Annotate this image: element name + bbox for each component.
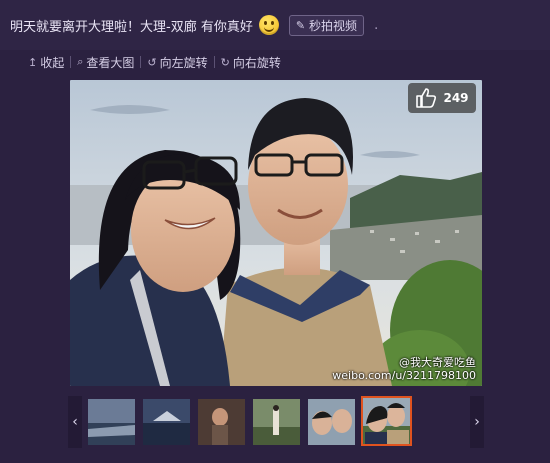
thumbnail-2[interactable] (143, 399, 190, 445)
pen-icon: ✎ (295, 18, 306, 32)
thumbnail-image (198, 399, 245, 445)
rotate-left-icon: ↺ (147, 55, 157, 69)
main-photo[interactable]: 249 @我大奇爱吃鱼 weibo.com/u/3211798100 (70, 80, 482, 386)
like-badge[interactable]: 249 (408, 83, 476, 113)
thumbs-up-icon (416, 88, 437, 108)
view-large-button[interactable]: ⌕ 查看大图 (71, 54, 140, 71)
thumbnail-prev-button[interactable]: ‹ (68, 396, 82, 448)
rotate-right-label: 向右旋转 (232, 55, 281, 70)
post-text-row: 明天就要离开大理啦！大理-双廊 有你真好 ✎ 秒拍视频 . (10, 14, 378, 36)
video-tag-button[interactable]: ✎ 秒拍视频 (288, 14, 365, 36)
collapse-label: 收起 (40, 55, 65, 70)
chevron-left-icon: ‹ (72, 414, 78, 430)
thumbnail-strip: ‹ › (68, 396, 484, 450)
thumbnail-image (88, 399, 135, 445)
like-count: 249 (443, 91, 469, 105)
thumbnail-6-active[interactable] (361, 396, 412, 446)
arrow-up-icon: ↥ (28, 55, 38, 69)
rotate-right-icon: ↻ (220, 55, 230, 69)
post-text: 明天就要离开大理啦！大理-双廊 有你真好 (10, 19, 253, 35)
thumbnail-image (361, 396, 412, 446)
thumbnail-5[interactable] (308, 399, 355, 445)
selfie-photo-illustration (70, 80, 482, 386)
magnifier-icon: ⌕ (77, 55, 84, 68)
thumbnail-4[interactable] (253, 399, 300, 445)
collapse-button[interactable]: ↥ 收起 (22, 54, 70, 71)
rotate-right-button[interactable]: ↻ 向右旋转 (215, 54, 287, 71)
view-large-label: 查看大图 (86, 55, 135, 70)
thumbnail-3[interactable] (198, 399, 245, 445)
weibo-watermark: @我大奇爱吃鱼 weibo.com/u/3211798100 (332, 356, 476, 382)
thumbnail-image (253, 399, 300, 445)
trailing-dot: . (374, 17, 379, 33)
smiley-emoji-icon (258, 15, 279, 35)
image-toolbar: ↥ 收起 ⌕ 查看大图 ↺ 向左旋转 ↻ 向右旋转 (0, 50, 550, 74)
video-tag-label: 秒拍视频 (309, 18, 358, 33)
thumbnail-1[interactable] (88, 399, 135, 445)
thumbnail-image (308, 399, 355, 445)
thumbnail-image (143, 399, 190, 445)
chevron-right-icon: › (474, 414, 480, 430)
post-header: 明天就要离开大理啦！大理-双廊 有你真好 ✎ 秒拍视频 . (0, 0, 550, 50)
thumbnail-next-button[interactable]: › (470, 396, 484, 448)
rotate-left-button[interactable]: ↺ 向左旋转 (141, 54, 213, 71)
watermark-url: weibo.com/u/3211798100 (332, 369, 476, 382)
rotate-left-label: 向左旋转 (159, 55, 208, 70)
watermark-name: @我大奇爱吃鱼 (399, 356, 476, 369)
